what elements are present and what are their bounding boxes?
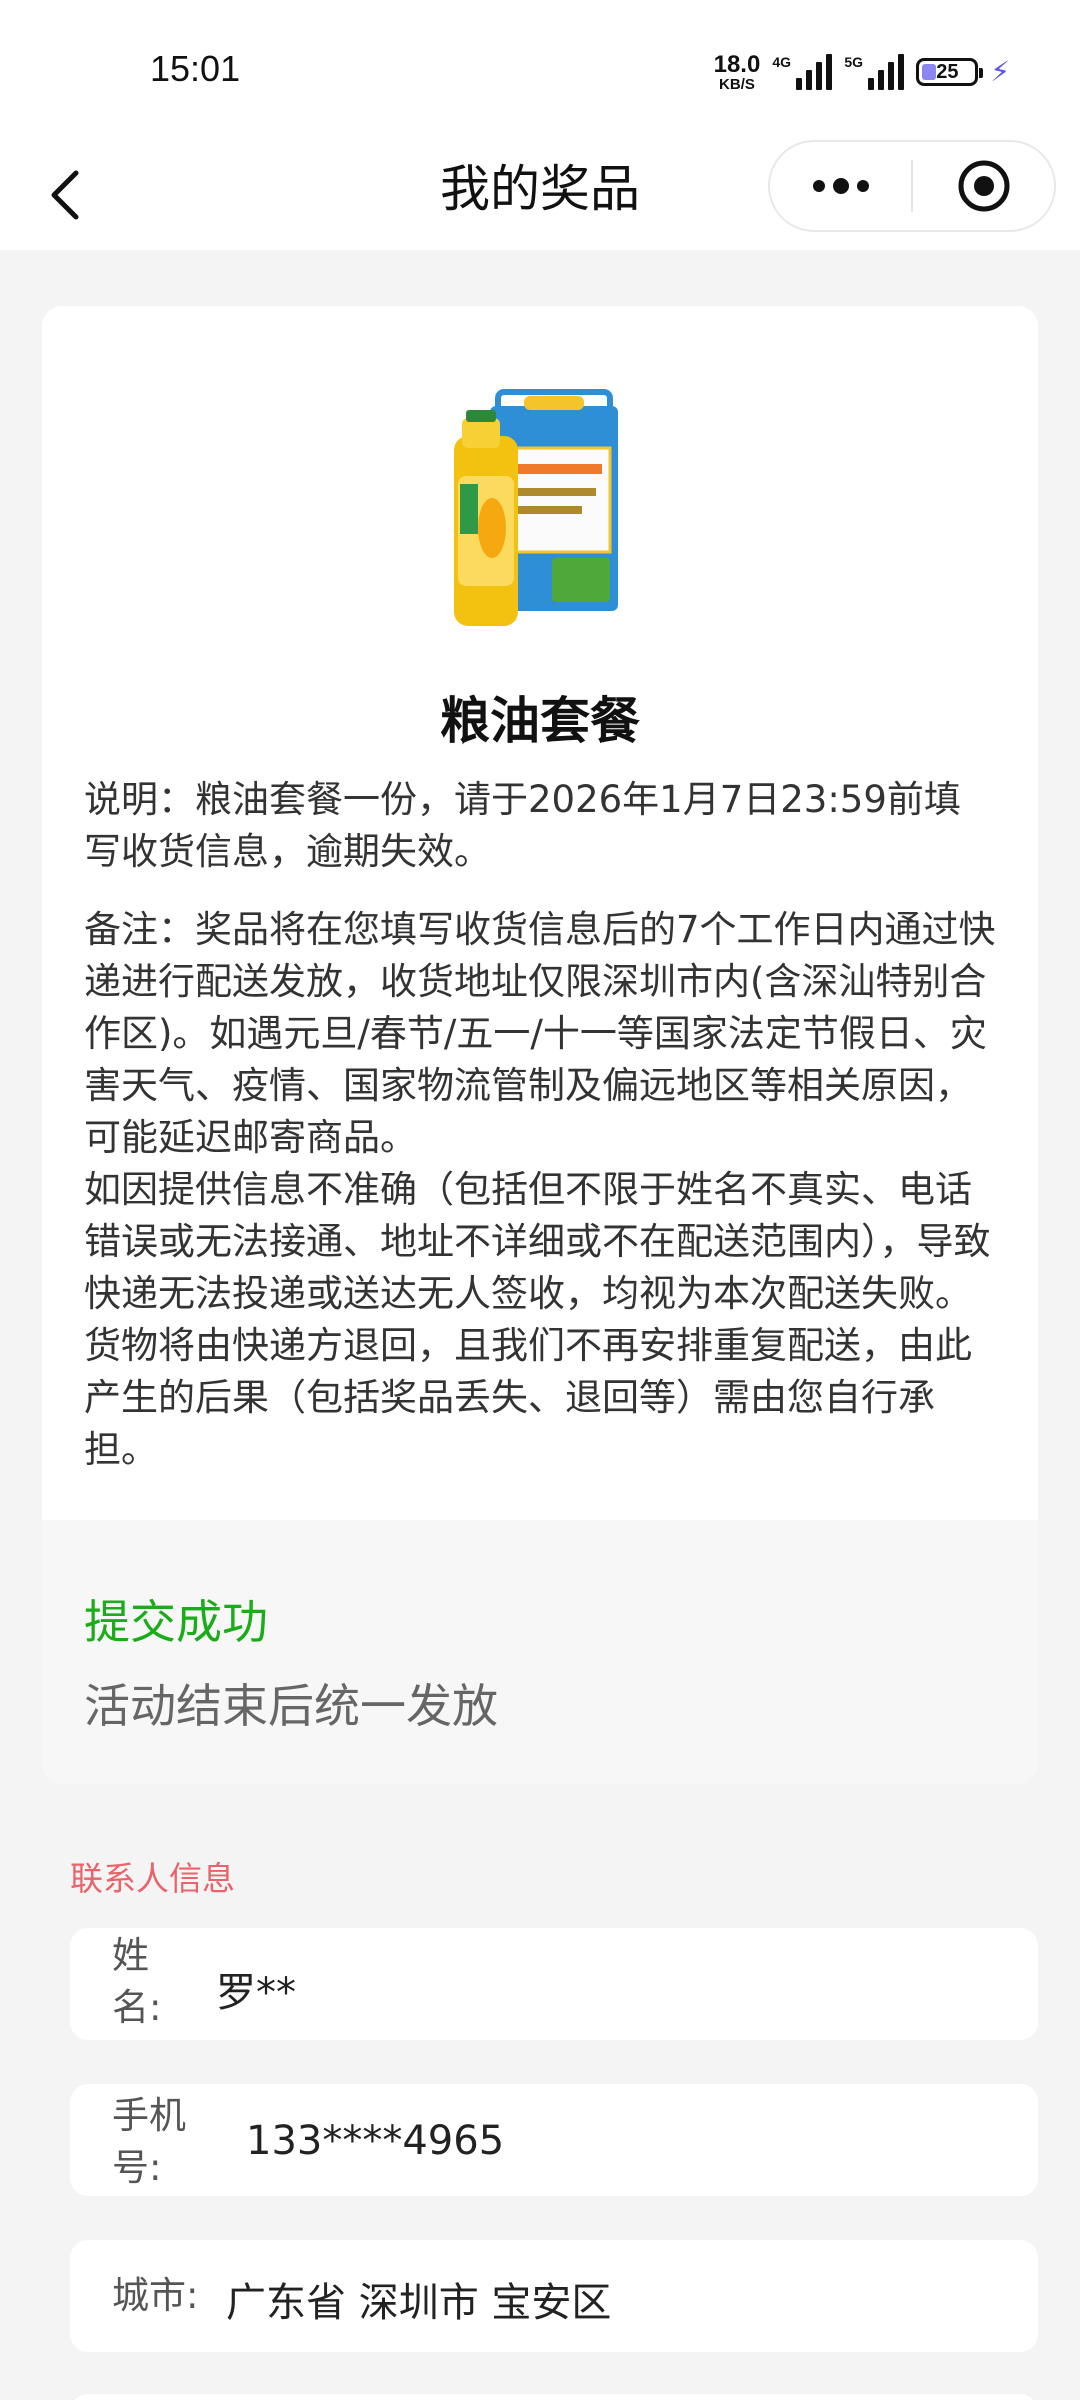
network-speed: 18.0 KB/S [713,50,761,93]
name-field[interactable]: 姓 名: 罗** [70,1928,1038,2040]
prize-remark: 备注：奖品将在您填写收货信息后的7个工作日内通过快递进行配送发放，收货地址仅限深… [84,908,996,1471]
nav-bar: 我的奖品 [0,140,1080,250]
name-value: 罗** [216,1970,296,2016]
prize-card: 粮油套餐 说明：粮油套餐一份，请于2026年1月7日23:59前填写收货信息，逾… [42,306,1038,1784]
contact-heading: 联系人信息 [70,1859,235,1898]
network-speed-value: 18.0 [713,50,761,78]
name-label-line1: 姓 [112,1934,149,1977]
status-time: 15:01 [150,48,241,89]
phone-label-line1: 手机 [112,2094,186,2137]
signal-5g-icon: 5G [844,54,905,90]
name-label-line2: 名: [112,1986,162,2029]
mini-program-capsule [768,140,1056,232]
status-bar: 15:01 18.0 KB/S 4G 5G 25 ⚡ [0,0,1080,140]
signal-4g-label: 4G [772,54,792,70]
city-label: 城市: [112,2274,199,2317]
phone-label-line2: 号: [112,2146,162,2189]
bolt-icon: ⚡ [990,55,1010,88]
submit-status-box: 提交成功 活动结束后统一发放 [42,1520,1038,1784]
signal-5g-label: 5G [844,54,864,70]
prize-name: 粮油套餐 [440,692,640,750]
prize-image [454,389,618,626]
name-label: 姓 名: [112,1930,161,2034]
signal-4g-icon: 4G [772,54,833,90]
city-value: 广东省 深圳市 宝安区 [226,2280,612,2326]
status-title: 提交成功 [84,1595,268,1649]
close-mini-program-button[interactable] [913,142,1054,230]
status-subtitle: 活动结束后统一发放 [84,1679,498,1733]
network-speed-unit: KB/S [719,75,755,93]
chevron-left-icon [51,170,79,220]
address-field[interactable] [70,2394,1038,2400]
battery-level: 25 [936,60,959,83]
phone-field[interactable]: 手机 号: 133****4965 [70,2084,1038,2196]
back-button[interactable] [30,160,100,230]
target-circle-icon [958,160,1009,212]
prize-description: 说明：粮油套餐一份，请于2026年1月7日23:59前填写收货信息，逾期失效。 [84,778,961,873]
city-field[interactable]: 城市: 广东省 深圳市 宝安区 [70,2240,1038,2352]
more-button[interactable] [770,142,911,230]
phone-label: 手机 号: [112,2090,186,2194]
status-indicators: 18.0 KB/S 4G 5G 25 ⚡ [714,50,1010,94]
more-dots-icon [812,178,869,194]
phone-value: 133****4965 [246,2118,505,2164]
battery-icon: 25 [916,58,984,86]
